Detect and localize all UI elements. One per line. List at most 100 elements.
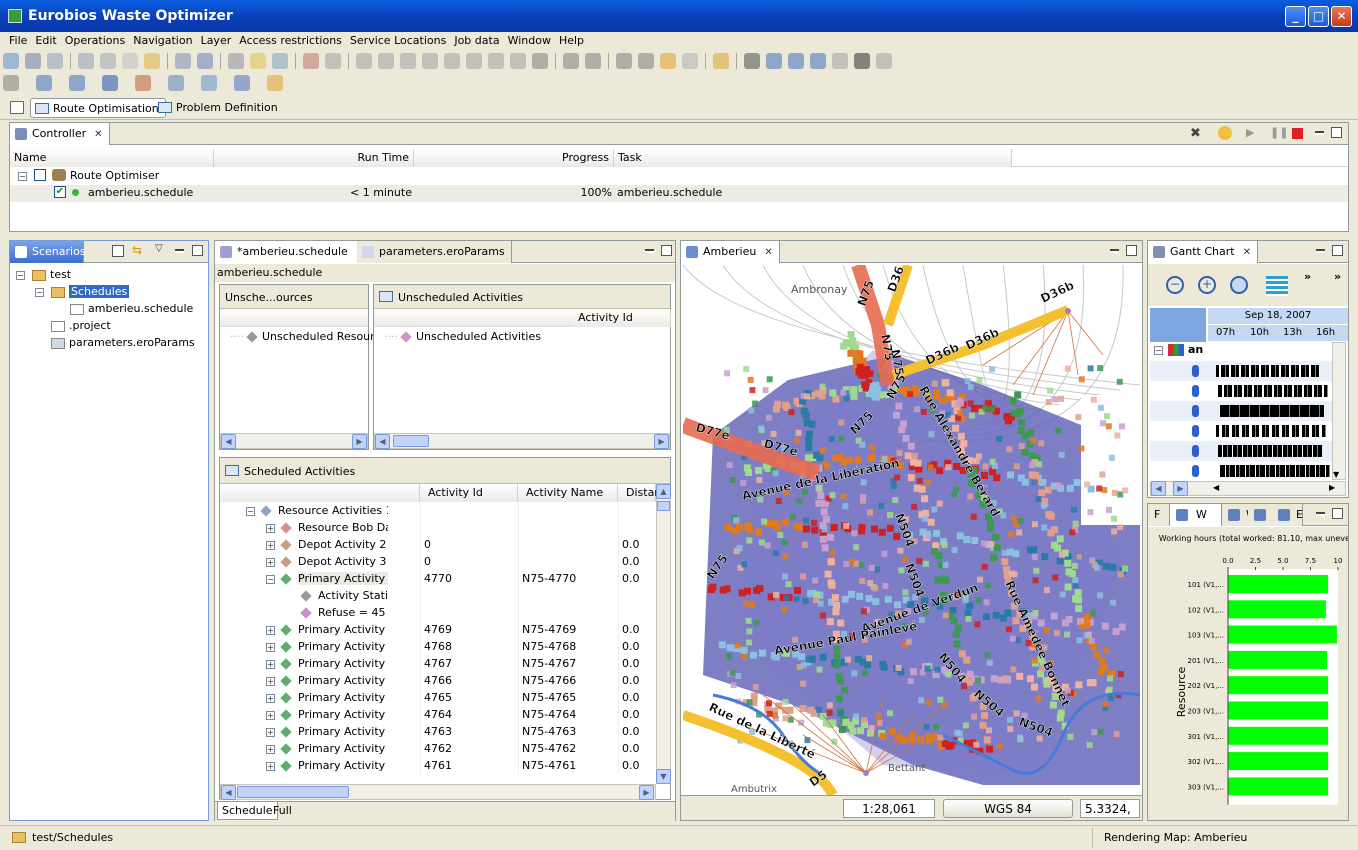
col-activity-name[interactable]: Activity Name (518, 484, 618, 502)
toolbar-button-icon[interactable] (744, 53, 760, 69)
overflow-icon[interactable]: » (1334, 270, 1341, 283)
gantt-task-bar[interactable] (1218, 385, 1328, 397)
toolbar-button-icon[interactable] (325, 53, 341, 69)
toolbar-button-icon[interactable] (682, 53, 698, 69)
toolbar-button-icon[interactable] (616, 53, 632, 69)
toolbar-button-icon[interactable] (250, 53, 266, 69)
controller-row[interactable]: − Route Optimiser (10, 168, 1348, 185)
toolbar-button-icon[interactable] (810, 53, 826, 69)
collapse-icon[interactable]: − (246, 507, 255, 516)
table-row[interactable]: + Primary Activity 7 4767 N75-4767 0.0 (220, 656, 656, 673)
minimize-button[interactable]: _ (1285, 6, 1306, 27)
gantt-task-bar[interactable] (1216, 425, 1326, 437)
toolbar-button-icon[interactable] (378, 53, 394, 69)
gantt-resource-row[interactable] (1150, 421, 1332, 441)
toolbar-button-icon[interactable] (197, 53, 213, 69)
menu-help[interactable]: Help (555, 32, 588, 47)
table-row[interactable]: + Primary Activity 6 4768 N75-4768 0.0 (220, 639, 656, 656)
toolbar-button-icon[interactable] (122, 53, 138, 69)
table-row[interactable]: − Primary Activity 4 4770 N75-4770 0.0 (220, 571, 656, 588)
bar[interactable] (1228, 575, 1329, 593)
toolbar-button-icon[interactable] (356, 53, 372, 69)
bar[interactable] (1228, 777, 1329, 796)
bar[interactable] (1228, 726, 1329, 745)
gantt-task-bar[interactable] (1220, 465, 1330, 477)
toolbar-button-icon[interactable] (3, 53, 19, 69)
col-activity-id[interactable]: Activity Id (420, 484, 518, 502)
gantt-task-bar[interactable] (1218, 445, 1322, 457)
collapse-all-icon[interactable] (112, 245, 124, 257)
tab-full[interactable]: Full (269, 802, 296, 820)
table-row[interactable]: +Primary Activity 104764N75-47640.0 (220, 707, 656, 724)
gantt-resource-row[interactable] (1150, 461, 1332, 480)
table-row[interactable]: +Primary Activity 114763N75-47630.0 (220, 724, 656, 741)
stop-icon[interactable] (1292, 128, 1303, 139)
menu-service-locations[interactable]: Service Locations (346, 32, 450, 47)
tab-f[interactable]: F (1148, 504, 1170, 526)
menu-navigation[interactable]: Navigation (129, 32, 196, 47)
controller-row[interactable]: ✔ amberieu.schedule < 1 minute 100% ambe… (10, 185, 1348, 202)
minimize-view-button[interactable] (1110, 249, 1119, 253)
maximize-button[interactable]: □ (1308, 6, 1329, 27)
toolbar-button-icon[interactable] (47, 53, 63, 69)
collapse-icon[interactable]: − (266, 575, 275, 584)
table-row[interactable]: Refuse = 45 (220, 605, 656, 622)
close-icon[interactable]: ✕ (94, 129, 102, 140)
collapse-icon[interactable]: − (1154, 346, 1163, 355)
tab-e[interactable]: E (1272, 504, 1303, 526)
tab-controller[interactable]: Controller ✕ (10, 123, 110, 145)
zoom-out-icon[interactable]: − (1166, 276, 1184, 294)
collapse-icon[interactable]: − (35, 288, 44, 297)
close-icon[interactable]: ✕ (1243, 247, 1251, 258)
toolbar-button-icon[interactable] (100, 53, 116, 69)
h-scrollbar[interactable]: ◀ ▶ (374, 433, 670, 449)
toolbar-button-icon[interactable] (422, 53, 438, 69)
toolbar-button-icon[interactable] (488, 53, 504, 69)
map-tool-icon[interactable] (3, 75, 19, 91)
h-scrollbar[interactable]: ◀ ▶ ◀ ▶ (1150, 481, 1346, 496)
list-item[interactable]: ···· Unscheduled Activities (374, 329, 670, 346)
map-tool-icon[interactable] (135, 75, 151, 91)
toolbar-button-icon[interactable] (25, 53, 41, 69)
menu-layer[interactable]: Layer (197, 32, 236, 47)
expand-icon[interactable]: + (266, 626, 275, 635)
overflow-icon[interactable]: » (1304, 270, 1311, 283)
map-tool-icon[interactable] (267, 75, 283, 91)
toolbar-button-icon[interactable] (444, 53, 460, 69)
table-row[interactable]: + Primary Activity 9 4765 N75-4765 0.0 (220, 690, 656, 707)
tab-amberieu-map[interactable]: Amberieu ✕ (681, 241, 780, 263)
map-tool-icon[interactable] (168, 75, 184, 91)
list-item[interactable]: ···· Unscheduled Resource (220, 329, 387, 346)
tab-scenarios[interactable]: Scenarios (10, 241, 86, 263)
close-icon[interactable]: ✕ (764, 247, 772, 258)
bar[interactable] (1228, 625, 1337, 644)
gantt-resource-row[interactable] (1150, 381, 1332, 401)
bar[interactable] (1228, 650, 1327, 669)
menu-window[interactable]: Window (504, 32, 555, 47)
expand-icon[interactable]: + (266, 541, 275, 550)
tree-item[interactable]: − test (10, 267, 206, 284)
gantt-root-row[interactable]: − an (1150, 342, 1332, 359)
map-canvas[interactable]: N75 D36 D36b D36b D36b N75 N75 D77e D77e N75 Rue A… (683, 265, 1140, 795)
pause-icon[interactable]: ❚❚ (1270, 126, 1288, 139)
map-tool-icon[interactable] (36, 75, 52, 91)
close-button[interactable]: ✕ (1331, 6, 1352, 27)
table-row[interactable]: + Depot Activity 2 0 0.0 (220, 537, 656, 554)
tab-parameters[interactable]: parameters.eroParams (357, 241, 512, 263)
table-row[interactable]: Activity Statistics 155 (220, 588, 656, 605)
expand-icon[interactable]: + (266, 558, 275, 567)
col-activity-id[interactable]: Activity Id (574, 309, 671, 327)
toolbar-button-icon[interactable] (466, 53, 482, 69)
route-map[interactable]: N75 D36D36bD36bD36bN75N75D77eD77eN75 Rue A… (683, 265, 1140, 795)
toolbar-button-icon[interactable] (563, 53, 579, 69)
expand-icon[interactable]: + (266, 660, 275, 669)
play-icon[interactable]: ▶ (1246, 126, 1254, 139)
toolbar-button-icon[interactable] (638, 53, 654, 69)
bar[interactable] (1228, 701, 1329, 720)
gantt-task-bar[interactable] (1216, 365, 1320, 377)
toolbar-button-icon[interactable] (713, 53, 729, 69)
view-menu-icon[interactable]: ▽ (155, 243, 163, 254)
checkbox-checked[interactable]: ✔ (54, 186, 66, 198)
bar[interactable] (1228, 600, 1326, 619)
expand-icon[interactable]: + (266, 711, 275, 720)
